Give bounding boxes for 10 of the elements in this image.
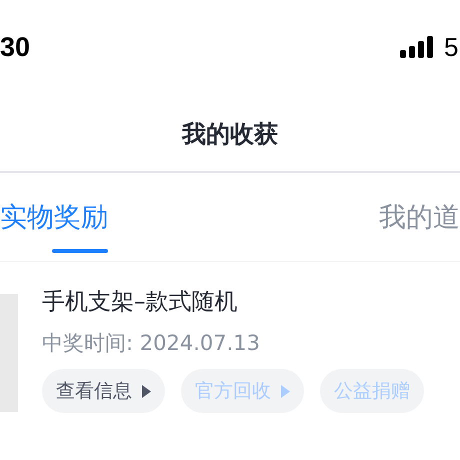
- prize-name: 手机支架–款式随机: [42, 288, 238, 317]
- prize-date: 中奖时间: 2024.07.13: [42, 330, 260, 357]
- page-title: 我的收获: [182, 118, 278, 150]
- battery-level: 5: [444, 32, 460, 62]
- tab[interactable]: 我的道: [379, 185, 460, 249]
- status-time: 30: [0, 32, 30, 62]
- triangle-icon: [142, 384, 151, 398]
- triangle-icon: [281, 384, 290, 398]
- action-button[interactable]: 查看信息: [42, 369, 165, 413]
- signal-icon: [400, 36, 434, 58]
